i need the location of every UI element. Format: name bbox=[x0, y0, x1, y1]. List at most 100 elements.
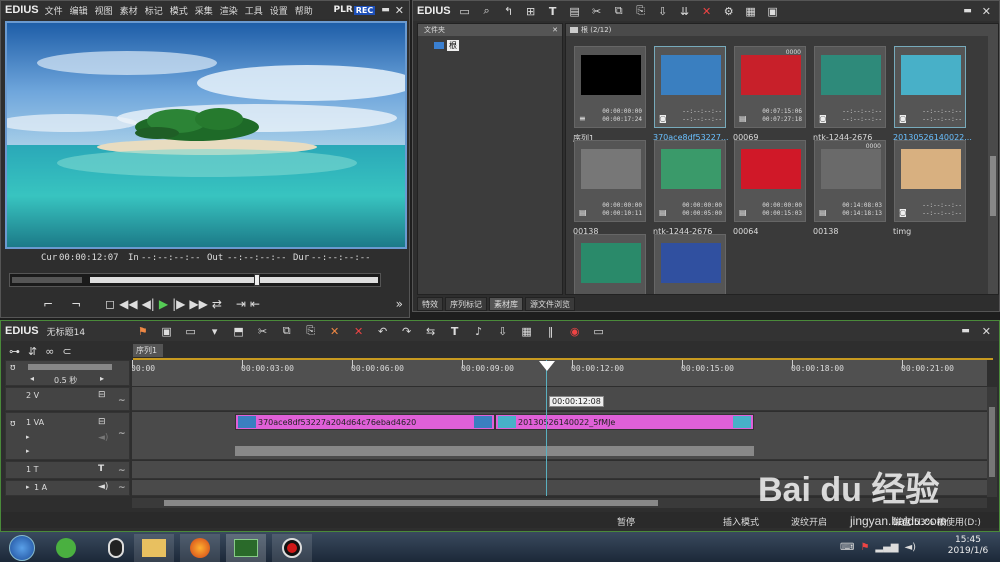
folder-icon[interactable]: ▭ bbox=[457, 3, 473, 19]
ripple-delete-icon[interactable]: ✕ bbox=[327, 323, 343, 339]
menu-item[interactable]: 视图 bbox=[95, 4, 113, 17]
wave-icon[interactable]: ~ bbox=[118, 483, 126, 493]
microphone-icon[interactable]: ♪ bbox=[471, 323, 487, 339]
zoom-slider[interactable] bbox=[28, 364, 112, 370]
insert-icon[interactable]: ⇥ bbox=[236, 297, 246, 311]
open-icon[interactable]: ▭ bbox=[183, 323, 199, 339]
title-icon[interactable]: T bbox=[545, 3, 561, 19]
snap-icon[interactable]: ⇆ bbox=[423, 323, 439, 339]
delete-icon[interactable]: ✕ bbox=[351, 323, 367, 339]
clip-thumbnail[interactable]: ◙ --:--:--:-- --:--:--:-- 20130526140022... bbox=[893, 46, 972, 142]
eye-icon[interactable]: ʊ bbox=[10, 363, 16, 373]
clip-thumbnail[interactable]: ◙ --:--:--:-- --:--:--:-- timg bbox=[893, 140, 966, 236]
close-icon[interactable]: ✕ bbox=[552, 26, 558, 34]
step-forward-icon[interactable]: |▶ bbox=[172, 297, 185, 311]
expand-icon[interactable]: ▸ bbox=[26, 433, 30, 441]
menu-item[interactable]: 模式 bbox=[170, 4, 188, 17]
expand-icon[interactable]: ▸ bbox=[26, 447, 30, 455]
menu-item[interactable]: 设置 bbox=[270, 4, 288, 17]
clip-thumbnail[interactable]: ▤ 00:00:00:00 00:00:10:11 00138 bbox=[573, 140, 646, 236]
set-in-icon[interactable]: ⌐ bbox=[43, 297, 53, 311]
set-out-icon[interactable]: ¬ bbox=[71, 297, 81, 311]
clip-thumbnail[interactable]: ◙ --:--:--:-- --:--:--:-- ntk-1244-2676 bbox=[813, 46, 886, 142]
eye-icon[interactable]: ʊ bbox=[10, 419, 16, 429]
track-settings-icon[interactable]: ▦ bbox=[519, 323, 535, 339]
open-project-icon[interactable]: ▣ bbox=[159, 323, 175, 339]
menu-item[interactable]: 文件 bbox=[45, 4, 63, 17]
close-icon[interactable]: ✕ bbox=[982, 5, 991, 18]
scrub-bar[interactable] bbox=[9, 273, 381, 287]
menu-item[interactable]: 采集 bbox=[195, 4, 213, 17]
menu-item[interactable]: 帮助 bbox=[295, 4, 313, 17]
mixer-icon[interactable]: ‖ bbox=[543, 323, 559, 339]
new-sequence-icon[interactable]: ⚑ bbox=[135, 323, 151, 339]
sequence-tab[interactable]: 序列1 bbox=[133, 344, 163, 357]
link-icon[interactable]: ∞ bbox=[45, 345, 54, 358]
track-mode-icon[interactable]: ⊶ bbox=[9, 345, 20, 358]
clip-thumbnail[interactable]: ◙--:--:--:----:--:--:-- bbox=[574, 234, 646, 294]
video-viewer[interactable] bbox=[5, 21, 407, 249]
app-icon-qq[interactable] bbox=[96, 534, 136, 562]
save-icon[interactable]: ▾ bbox=[207, 323, 223, 339]
clock[interactable]: 15:45 2019/1/6 bbox=[940, 535, 996, 559]
menu-item[interactable]: 编辑 bbox=[70, 4, 88, 17]
track-head-1va[interactable]: ʊ 1 VA ⊟ ◄) ~ ▸ ▸ bbox=[5, 412, 130, 460]
overwrite-icon[interactable]: ⇤ bbox=[250, 297, 260, 311]
view-mode-icon[interactable]: ▦ bbox=[743, 3, 759, 19]
redo-icon[interactable]: ↷ bbox=[399, 323, 415, 339]
timeline-clip[interactable]: 370ace8df53227a204d64c76ebad4620 bbox=[235, 414, 495, 430]
vertical-scrollbar[interactable] bbox=[987, 387, 997, 497]
bin-tab[interactable]: 特效 bbox=[417, 297, 443, 311]
app-icon-360[interactable] bbox=[46, 534, 86, 562]
copy-icon[interactable]: ⧉ bbox=[279, 323, 295, 339]
more-icon[interactable]: » bbox=[396, 297, 403, 311]
root-folder[interactable]: 根 bbox=[434, 40, 562, 51]
properties-icon[interactable]: ⚙ bbox=[721, 3, 737, 19]
color-bar-icon[interactable]: ▤ bbox=[567, 3, 583, 19]
group-icon[interactable]: ⊂ bbox=[62, 345, 71, 358]
keyboard-icon[interactable]: ⌨ bbox=[840, 542, 854, 553]
timeline-ruler[interactable]: 00:00 00:00:03:00 00:00:06:00 00:00:09:00 00… bbox=[132, 360, 987, 386]
clip-thumbnail[interactable]: 0000 ▤ 00:14:08:03 00:14:18:13 00138 bbox=[813, 140, 886, 236]
bin-tab[interactable]: 序列标记 bbox=[445, 297, 487, 311]
record-icon[interactable]: ◉ bbox=[567, 323, 583, 339]
export-icon[interactable]: ⬒ bbox=[231, 323, 247, 339]
loop-icon[interactable]: ⇄ bbox=[212, 297, 222, 311]
rec-button[interactable]: REC bbox=[353, 5, 376, 15]
timeline-clip[interactable]: 20130526140022_5fMJe bbox=[495, 414, 754, 430]
wave-icon[interactable]: ~ bbox=[118, 429, 126, 439]
minimize-icon[interactable]: ▬ bbox=[381, 5, 390, 15]
step-back-icon[interactable]: ◀| bbox=[142, 297, 155, 311]
render-icon[interactable]: ⇩ bbox=[495, 323, 511, 339]
menu-item[interactable]: 标记 bbox=[145, 4, 163, 17]
copy-icon[interactable]: ⧉ bbox=[611, 3, 627, 19]
network-icon[interactable]: ▂▄▆ bbox=[875, 542, 898, 553]
wave-icon[interactable]: ~ bbox=[118, 466, 126, 476]
track-head-1a[interactable]: ▸ 1 A ◄) ~ bbox=[5, 480, 130, 496]
wave-icon[interactable]: ~ bbox=[118, 396, 126, 406]
paste-icon[interactable]: ⎘ bbox=[303, 323, 319, 339]
add-to-timeline-icon[interactable]: ⇩ bbox=[655, 3, 671, 19]
playhead[interactable] bbox=[546, 360, 547, 496]
zoom-decrease-icon[interactable]: ▸ bbox=[100, 374, 104, 383]
expand-icon[interactable]: ▸ bbox=[26, 483, 30, 491]
app-icon-edius[interactable] bbox=[226, 534, 266, 562]
clip-thumbnail[interactable]: ▤ 00:00:00:00 00:00:05:00 ntk-1244-2676 bbox=[653, 140, 726, 236]
bin-tab[interactable]: 源文件浏览 bbox=[525, 297, 575, 311]
minimize-icon[interactable]: ▬ bbox=[963, 6, 972, 16]
clip-thumbnail[interactable]: ◙ --:--:--:-- --:--:--:-- 370ace8df53227... bbox=[653, 46, 729, 142]
up-folder-icon[interactable]: ↰ bbox=[501, 3, 517, 19]
delete-icon[interactable]: ✕ bbox=[699, 3, 715, 19]
app-icon-recorder[interactable] bbox=[272, 534, 312, 562]
clip-thumbnail[interactable]: ◙--:--:--:----:--:--:-- bbox=[654, 234, 726, 294]
insert-timeline-icon[interactable]: ⇊ bbox=[677, 3, 693, 19]
flag-icon[interactable]: ⚑ bbox=[860, 542, 869, 553]
minimize-icon[interactable]: ▬ bbox=[961, 326, 970, 336]
scrub-handle[interactable] bbox=[253, 274, 260, 286]
stop-icon[interactable]: ◻ bbox=[105, 297, 115, 311]
capture-icon[interactable]: ▣ bbox=[765, 3, 781, 19]
layout-icon[interactable]: ▭ bbox=[591, 323, 607, 339]
paste-icon[interactable]: ⎘ bbox=[633, 3, 649, 19]
clip-thumbnail[interactable]: ▤ 00:00:00:00 00:00:15:03 00064 bbox=[733, 140, 806, 236]
track-head-1t[interactable]: 1 T T ~ bbox=[5, 461, 130, 479]
